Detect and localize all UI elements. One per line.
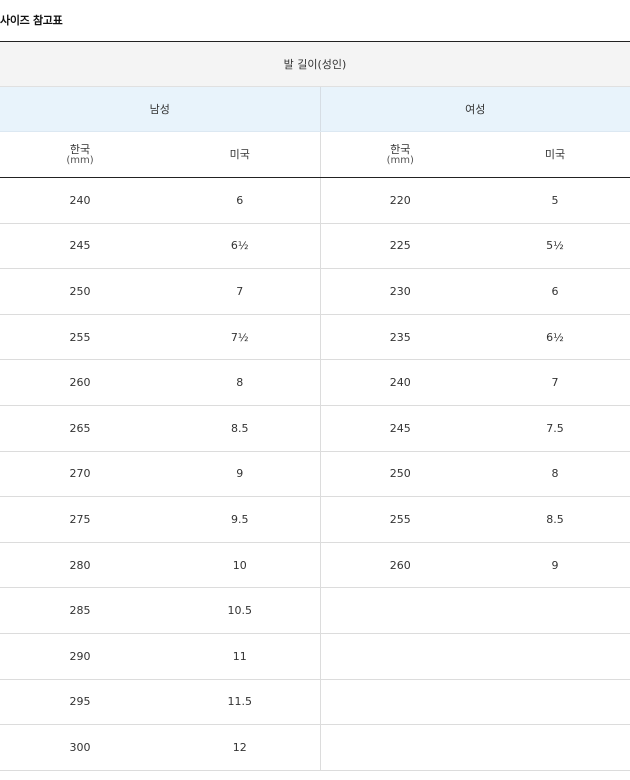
men-korea-cell: 285 [0,587,160,634]
men-korea-cell: 300 [0,724,160,771]
men-korea-cell: 275 [0,496,160,543]
women-us-cell [480,633,630,680]
men-korea-column-header: 한국 (mm) [0,131,160,178]
men-us-cell: 10.5 [160,587,321,634]
women-us-cell: 8.5 [480,496,630,543]
table-row: 300 12 [0,724,630,771]
men-us-cell: 7½ [160,314,321,361]
page-title: 사이즈 참고표 [0,14,63,27]
men-us-cell: 11 [160,633,321,680]
women-korea-column-header: 한국 (mm) [320,131,480,178]
women-us-cell: 7 [480,359,630,406]
women-header: 여성 [320,86,630,132]
women-us-cell [480,587,630,634]
table-column-row: 한국 (mm) 미국 한국 (mm) 미국 [0,131,630,178]
women-korea-cell [320,633,480,680]
table-row: 265 8.5 245 7.5 [0,405,630,452]
men-korea-cell: 260 [0,359,160,406]
women-korea-cell [320,724,480,771]
foot-length-header: 발 길이(성인) [0,41,630,87]
women-korea-cell: 220 [320,177,480,224]
table-row: 260 8 240 7 [0,359,630,406]
men-korea-cell: 255 [0,314,160,361]
table-row: 240 6 220 5 [0,177,630,224]
women-korea-cell: 255 [320,496,480,543]
table-row: 290 11 [0,633,630,680]
column-unit: (mm) [386,154,414,166]
men-korea-cell: 270 [0,451,160,498]
table-row: 245 6½ 225 5½ [0,223,630,270]
table-row: 250 7 230 6 [0,268,630,315]
men-us-cell: 11.5 [160,679,321,726]
size-chart-table: 발 길이(성인) 남성 여성 한국 (mm) 미국 한국 (mm) 미국 240… [0,41,630,771]
women-us-cell: 5½ [480,223,630,270]
column-unit: (mm) [66,154,94,166]
men-us-cell: 6 [160,177,321,224]
men-korea-cell: 245 [0,223,160,270]
men-us-cell: 12 [160,724,321,771]
women-korea-cell: 225 [320,223,480,270]
men-korea-cell: 280 [0,542,160,589]
table-row: 275 9.5 255 8.5 [0,496,630,543]
men-us-column-header: 미국 [160,131,321,178]
women-korea-cell: 240 [320,359,480,406]
women-us-cell [480,679,630,726]
men-header: 남성 [0,86,321,132]
women-korea-cell: 245 [320,405,480,452]
men-us-cell: 9.5 [160,496,321,543]
women-us-cell: 7.5 [480,405,630,452]
men-korea-cell: 290 [0,633,160,680]
women-us-cell: 5 [480,177,630,224]
men-us-cell: 8.5 [160,405,321,452]
women-us-cell: 9 [480,542,630,589]
women-us-cell: 6½ [480,314,630,361]
table-row: 280 10 260 9 [0,542,630,589]
women-korea-cell [320,587,480,634]
men-us-cell: 7 [160,268,321,315]
column-label: 한국 [390,142,411,156]
table-gender-row: 남성 여성 [0,86,630,132]
men-korea-cell: 265 [0,405,160,452]
table-row: 255 7½ 235 6½ [0,314,630,361]
women-us-column-header: 미국 [480,131,630,178]
table-row: 270 9 250 8 [0,451,630,498]
men-korea-cell: 295 [0,679,160,726]
column-label: 한국 [69,142,91,156]
women-us-cell: 8 [480,451,630,498]
table-row: 295 11.5 [0,679,630,726]
men-korea-cell: 240 [0,177,160,224]
women-us-cell [480,724,630,771]
men-korea-cell: 250 [0,268,160,315]
men-us-cell: 9 [160,451,321,498]
women-us-cell: 6 [480,268,630,315]
table-header-group-row: 발 길이(성인) [0,41,630,87]
men-us-cell: 8 [160,359,321,406]
women-korea-cell: 260 [320,542,480,589]
men-us-cell: 10 [160,542,321,589]
men-us-cell: 6½ [160,223,321,270]
women-korea-cell: 235 [320,314,480,361]
women-korea-cell [320,679,480,726]
women-korea-cell: 250 [320,451,480,498]
table-row: 285 10.5 [0,587,630,634]
women-korea-cell: 230 [320,268,480,315]
